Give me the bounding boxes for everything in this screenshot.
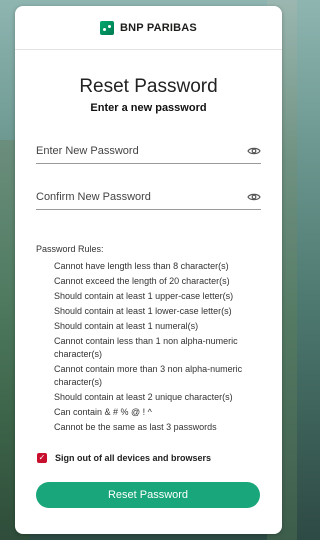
check-icon: ✓ bbox=[38, 453, 46, 462]
new-password-field[interactable]: Enter New Password bbox=[36, 138, 261, 164]
password-rules-title: Password Rules: bbox=[36, 244, 104, 254]
password-rule: Should contain at least 2 unique charact… bbox=[54, 392, 233, 402]
signout-label: Sign out of all devices and browsers bbox=[55, 453, 212, 463]
signout-checkbox[interactable]: ✓ bbox=[37, 453, 47, 463]
password-rules-list: Cannot have length less than 8 character… bbox=[54, 260, 264, 436]
password-rule: Cannot contain less than 1 non alpha-num… bbox=[54, 336, 238, 359]
password-rule: Cannot exceed the length of 20 character… bbox=[54, 276, 230, 286]
bnp-logo-icon bbox=[100, 20, 114, 35]
reset-password-card: BNP PARIBAS Reset Password Enter a new p… bbox=[15, 6, 282, 534]
password-rule: Cannot be the same as last 3 passwords bbox=[54, 422, 217, 432]
page-subtitle: Enter a new password bbox=[90, 102, 207, 114]
password-rule: Should contain at least 1 numeral(s) bbox=[54, 321, 199, 331]
password-rule: Should contain at least 1 lower-case let… bbox=[54, 306, 232, 316]
password-rule: Cannot have length less than 8 character… bbox=[54, 261, 229, 271]
eye-icon[interactable] bbox=[247, 192, 261, 202]
password-rule: Cannot contain more than 3 non alpha-num… bbox=[54, 364, 243, 387]
eye-icon[interactable] bbox=[247, 146, 261, 156]
password-rule: Should contain at least 1 upper-case let… bbox=[54, 291, 234, 301]
brand-header: BNP PARIBAS bbox=[15, 6, 282, 50]
brand-name: BNP PARIBAS bbox=[120, 21, 197, 34]
confirm-password-field[interactable]: Confirm New Password bbox=[36, 184, 261, 210]
page-title: Reset Password bbox=[79, 76, 218, 97]
signout-all-devices-option[interactable]: ✓ Sign out of all devices and browsers bbox=[37, 453, 211, 463]
password-rule: Can contain & # % @ ! ^ bbox=[54, 407, 152, 417]
reset-password-button[interactable]: Reset Password bbox=[36, 482, 260, 508]
new-password-placeholder: Enter New Password bbox=[36, 144, 139, 157]
confirm-password-placeholder: Confirm New Password bbox=[36, 190, 151, 203]
